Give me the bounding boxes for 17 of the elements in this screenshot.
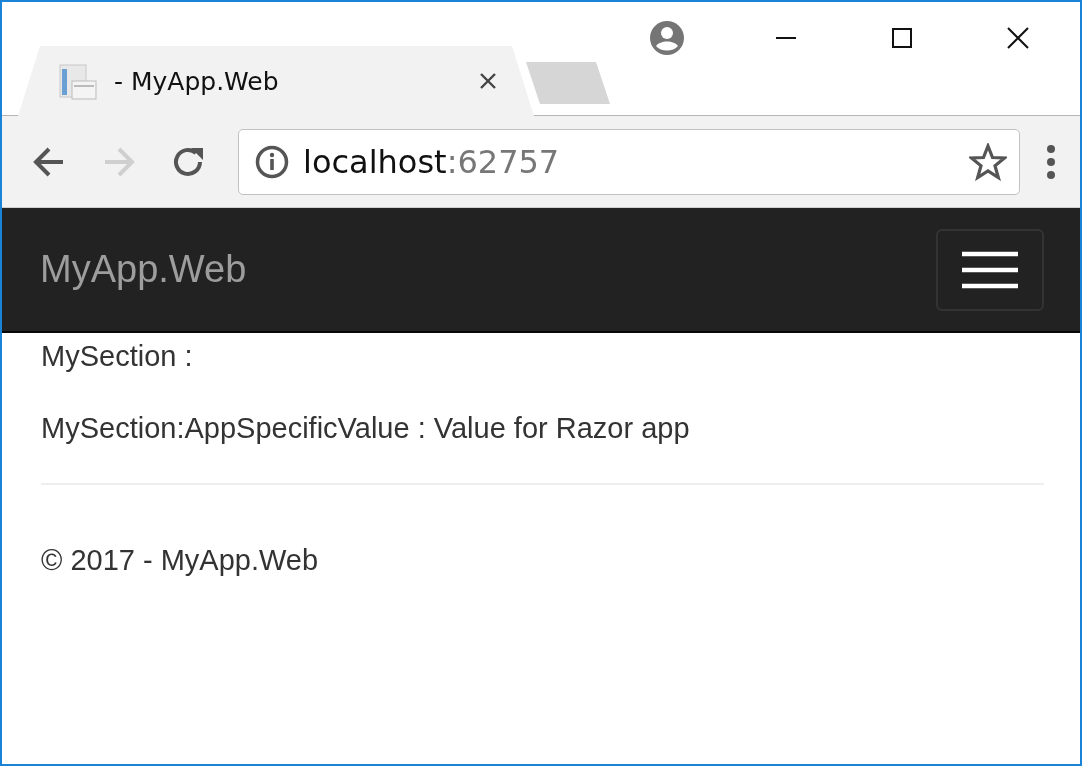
- profile-icon[interactable]: [649, 20, 685, 56]
- browser-tab[interactable]: - MyApp.Web: [18, 46, 534, 116]
- menu-icon: [962, 250, 1018, 289]
- maximize-icon[interactable]: [891, 27, 913, 49]
- menu-toggle-button[interactable]: [936, 228, 1044, 311]
- address-bar[interactable]: localhost:62757: [238, 128, 1020, 195]
- document-icon: [58, 61, 98, 101]
- close-icon[interactable]: [478, 71, 498, 91]
- setting-text: MySection:AppSpecificValue : Value for Razor app: [41, 411, 691, 446]
- info-icon[interactable]: [255, 144, 289, 179]
- brand-link[interactable]: MyApp.Web: [40, 248, 247, 291]
- url-text: localhost:62757: [303, 142, 561, 181]
- footer-text: © 2017 - MyApp.Web: [41, 543, 320, 578]
- star-icon[interactable]: [969, 142, 1007, 181]
- setting-text: MySection :: [41, 339, 194, 374]
- tab-title: - MyApp.Web: [114, 66, 280, 96]
- close-icon[interactable]: [1006, 26, 1030, 50]
